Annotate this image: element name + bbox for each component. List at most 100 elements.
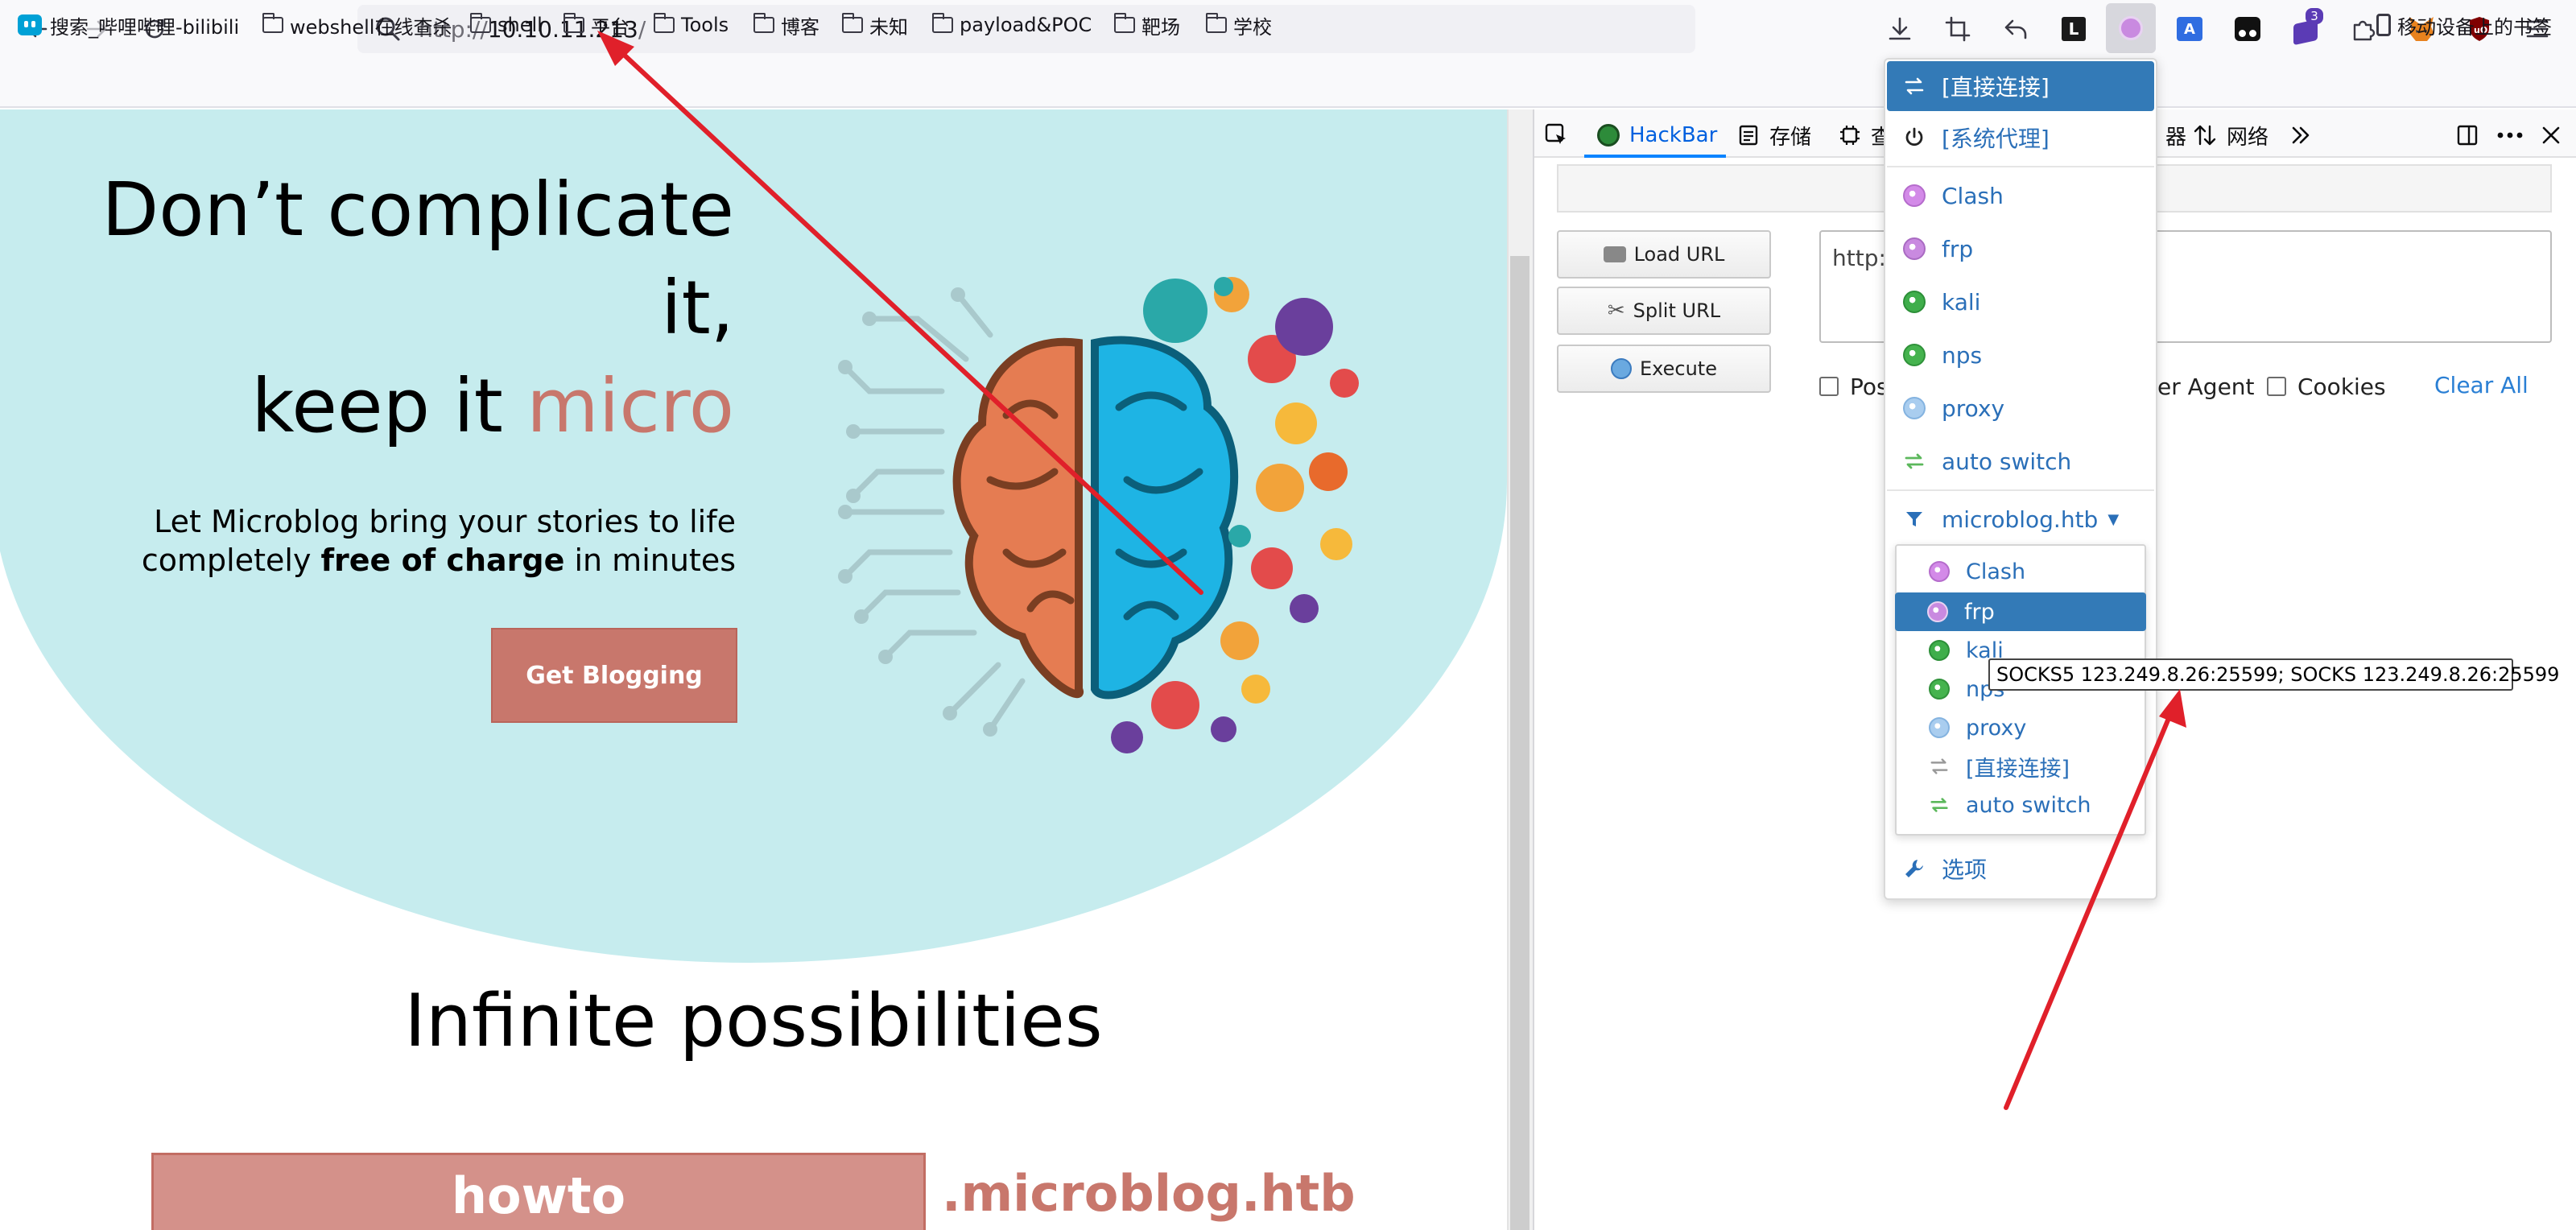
- hero-title: Don’t complicate it, keep it micro: [10, 161, 734, 456]
- submenu-item-direct[interactable]: [直接连接]: [1897, 747, 2145, 786]
- bookmark-label: 学校: [1233, 15, 1272, 39]
- crop-icon: [1945, 16, 1971, 42]
- proxy-item-auto-switch[interactable]: auto switch: [1887, 436, 2154, 486]
- bookmark-folder-blog[interactable]: 博客: [753, 8, 819, 42]
- bookmark-folder-platform[interactable]: 平台: [563, 8, 630, 42]
- bookmark-folder-unknown[interactable]: 未知: [841, 8, 908, 42]
- proxy-item-clash[interactable]: Clash: [1887, 171, 2154, 221]
- active-tab-indicator: [1584, 155, 1726, 158]
- bookmark-label: webshell在线查杀: [290, 15, 452, 39]
- subdomain-input-box[interactable]: howto: [151, 1153, 926, 1230]
- bookmark-folder-webshell[interactable]: webshell在线查杀: [262, 8, 452, 42]
- wrench-icon: [1905, 860, 1923, 877]
- folder-icon: [262, 13, 283, 33]
- bookmark-label: Tools: [681, 14, 729, 36]
- proxy-item-label: 选项: [1942, 856, 1988, 883]
- filter-icon: [1906, 512, 1922, 526]
- proxy-item-label: auto switch: [1942, 448, 2072, 475]
- bookmark-folder-range[interactable]: 靶场: [1113, 8, 1180, 42]
- checkbox[interactable]: [2267, 377, 2286, 396]
- submenu-item-label: [直接连接]: [1966, 756, 2070, 782]
- submenu-item-auto-switch[interactable]: auto switch: [1897, 786, 2145, 824]
- undo-extension-button[interactable]: [1996, 10, 2035, 48]
- tab-debugger[interactable]: 器: [2165, 119, 2186, 151]
- cookies-checkbox[interactable]: Cookies: [2267, 372, 2386, 401]
- extension-count-badge: 3: [2306, 8, 2323, 24]
- globe-icon: [1929, 717, 1950, 738]
- globe-icon: [1903, 237, 1926, 260]
- hero-title-accent: micro: [526, 363, 734, 449]
- bookmark-bilibili[interactable]: 搜索_哔哩哔哩-bilibili: [18, 8, 239, 42]
- more-tabs-button[interactable]: [2289, 119, 2312, 151]
- downloads-button[interactable]: [1880, 10, 1919, 48]
- proxy-item-proxy[interactable]: proxy: [1887, 383, 2154, 433]
- checkbox-label: Cookies: [2297, 373, 2386, 400]
- dock-button[interactable]: [2455, 119, 2479, 151]
- submenu-item-label: proxy: [1966, 715, 2027, 741]
- section-title: Infinite possibilities: [404, 979, 1103, 1063]
- undo-arrow-icon: [2004, 19, 2027, 39]
- tampermonkey-button[interactable]: [2228, 10, 2267, 48]
- button-label: Split URL: [1633, 299, 1721, 322]
- proxy-item-system[interactable]: [系统代理]: [1887, 113, 2154, 163]
- bookmark-folder-tools[interactable]: Tools: [653, 8, 729, 42]
- proxy-item-kali[interactable]: kali: [1887, 277, 2154, 327]
- caret-down-icon: ▼: [2107, 510, 2120, 528]
- checkbox[interactable]: [1819, 377, 1839, 396]
- rule-site-dropdown[interactable]: microblog.htb ▼: [1887, 494, 2154, 544]
- power-icon: [1905, 127, 1923, 147]
- auto-switch-icon: [1930, 798, 1948, 812]
- get-blogging-button[interactable]: Get Blogging: [491, 628, 737, 723]
- load-url-button[interactable]: Load URL: [1557, 230, 1771, 279]
- play-icon: [1611, 358, 1632, 379]
- proxy-item-direct[interactable]: [直接连接]: [1887, 61, 2154, 111]
- tab-network[interactable]: 网络: [2193, 119, 2268, 151]
- bookmark-folder-payload[interactable]: payload&POC: [931, 8, 1092, 42]
- element-picker-button[interactable]: [1544, 119, 1570, 151]
- globe-icon: [1929, 561, 1950, 582]
- execute-button[interactable]: Execute: [1557, 345, 1771, 393]
- proxy-item-label: [直接连接]: [1942, 74, 2050, 101]
- brain-illustration: [838, 277, 1359, 753]
- proxy-switcher-button[interactable]: [2106, 3, 2156, 53]
- close-devtools-button[interactable]: [2541, 119, 2562, 151]
- bookmark-folder-school[interactable]: 学校: [1205, 8, 1272, 42]
- proxy-globe-icon: [2119, 16, 2143, 40]
- post-data-checkbox[interactable]: Pos: [1819, 372, 1889, 401]
- extension-badge-button[interactable]: 3: [2286, 8, 2325, 48]
- extension-l-button[interactable]: L: [2054, 10, 2093, 48]
- tab-storage[interactable]: 存储: [1737, 119, 1811, 151]
- submenu-item-clash[interactable]: Clash: [1897, 552, 2145, 591]
- clear-all-link[interactable]: Clear All: [2434, 372, 2529, 398]
- user-agent-checkbox[interactable]: er Agent: [2157, 372, 2255, 401]
- hero-title-line: it,: [661, 265, 734, 351]
- submenu-item-proxy[interactable]: proxy: [1897, 708, 2145, 747]
- url-path: /: [638, 15, 646, 43]
- split-url-button[interactable]: ✂ Split URL: [1557, 287, 1771, 335]
- hero-subtitle-bold: free of charge: [320, 543, 565, 578]
- hero-subtitle: Let Microblog bring your stories to life…: [11, 502, 736, 580]
- proxy-item-nps[interactable]: nps: [1887, 330, 2154, 380]
- bookmark-label: payload&POC: [960, 14, 1092, 36]
- tampermonkey-icon: [2235, 17, 2260, 41]
- bookmark-folder-shell[interactable]: shell: [469, 8, 543, 42]
- tab-hackbar[interactable]: HackBar: [1597, 119, 1717, 151]
- direct-connection-icon: [1930, 758, 1948, 774]
- devtools-menu-button[interactable]: [2497, 119, 2523, 151]
- screenshot-button[interactable]: [1938, 10, 1977, 48]
- tab-label: 存储: [1769, 125, 1812, 150]
- proxy-options-item[interactable]: 选项: [1887, 844, 2154, 894]
- tab-label: HackBar: [1629, 123, 1718, 147]
- checkbox-label: er Agent: [2157, 373, 2255, 400]
- menu-divider: [1887, 489, 2154, 491]
- submenu-item-frp[interactable]: frp: [1895, 592, 2146, 631]
- picker-icon: [1545, 123, 1566, 144]
- scrollbar-thumb[interactable]: [1510, 256, 1530, 1230]
- translate-icon: A: [2177, 17, 2202, 41]
- more-dots-icon: [2497, 132, 2523, 138]
- menu-divider: [1887, 166, 2154, 167]
- translate-button[interactable]: A: [2170, 10, 2209, 48]
- proxy-item-frp[interactable]: frp: [1887, 224, 2154, 274]
- tab-label: 网络: [2227, 125, 2269, 150]
- mobile-bookmarks[interactable]: 移动设备上的书签: [2376, 8, 2552, 42]
